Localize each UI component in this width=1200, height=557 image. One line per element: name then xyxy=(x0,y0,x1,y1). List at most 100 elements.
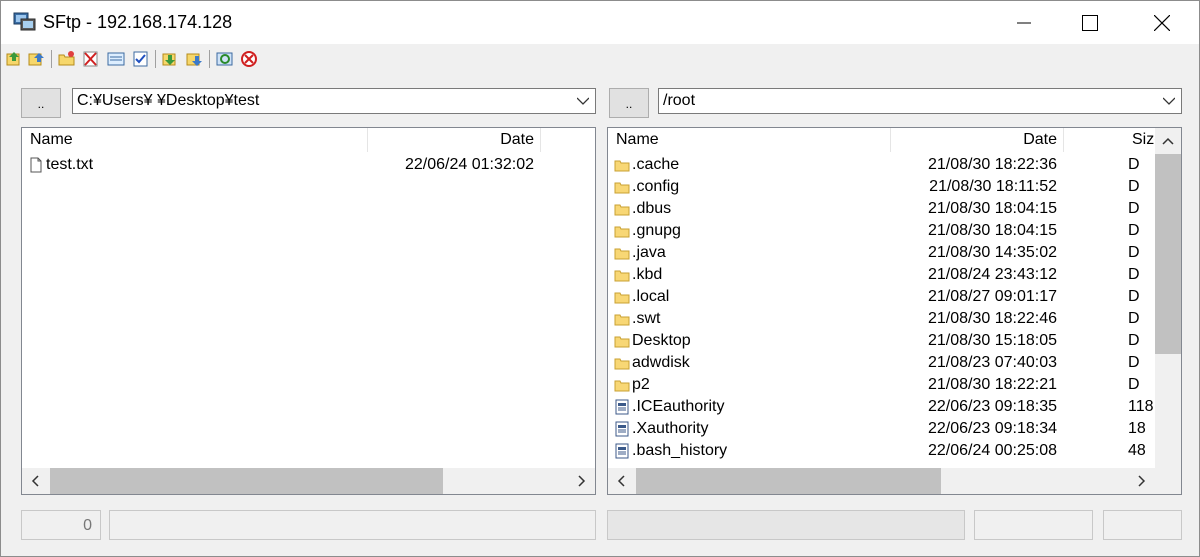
list-item[interactable]: .swt 21/08/30 18:22:46 D xyxy=(608,308,1155,330)
file-size: D xyxy=(1128,310,1140,327)
list-item[interactable]: .java 21/08/30 14:35:02 D xyxy=(608,242,1155,264)
scroll-thumb[interactable] xyxy=(1155,154,1181,354)
folder-icon xyxy=(614,201,630,217)
scroll-right-icon[interactable] xyxy=(569,468,595,494)
file-date: 21/08/30 18:04:15 xyxy=(927,200,1057,217)
chevron-down-icon[interactable] xyxy=(577,97,589,105)
upload-icon[interactable] xyxy=(5,50,23,68)
left-parent-dir-button[interactable]: .. xyxy=(21,88,61,118)
scroll-left-icon[interactable] xyxy=(608,468,634,494)
list-item[interactable]: test.txt 22/06/24 01:32:02 xyxy=(22,154,595,176)
horizontal-scrollbar[interactable] xyxy=(22,468,595,494)
file-size: D xyxy=(1128,244,1140,261)
list-item[interactable]: .cache 21/08/30 18:22:36 D xyxy=(608,154,1155,176)
file-size: D xyxy=(1128,156,1140,173)
file-date: 21/08/30 18:22:36 xyxy=(927,156,1057,173)
left-path-text: C:¥Users¥ ¥Desktop¥test xyxy=(77,92,260,109)
doc-icon xyxy=(614,399,630,415)
folder-icon xyxy=(614,289,630,305)
chevron-down-icon[interactable] xyxy=(1163,97,1175,105)
file-date: 21/08/30 18:22:21 xyxy=(927,376,1057,393)
file-date: 21/08/23 07:40:03 xyxy=(927,354,1057,371)
file-name: .Xauthority xyxy=(632,420,709,437)
file-date: 21/08/30 18:11:52 xyxy=(929,178,1057,195)
file-date: 22/06/24 01:32:02 xyxy=(404,156,534,173)
folder-icon xyxy=(614,377,630,393)
scroll-up-icon[interactable] xyxy=(1155,128,1181,154)
file-date: 21/08/30 15:18:05 xyxy=(927,332,1057,349)
file-date: 21/08/30 14:35:02 xyxy=(927,244,1057,261)
list-item[interactable]: .Xauthority 22/06/23 09:18:34 18 xyxy=(608,418,1155,440)
file-name: .ICEauthority xyxy=(632,398,725,415)
file-size: D xyxy=(1128,332,1140,349)
refresh-icon[interactable] xyxy=(216,50,234,68)
list-item[interactable]: .local 21/08/27 09:01:17 D xyxy=(608,286,1155,308)
doc-icon xyxy=(614,443,630,459)
file-icon xyxy=(28,157,44,173)
list-item[interactable]: adwdisk 21/08/23 07:40:03 D xyxy=(608,352,1155,374)
file-date: 22/06/23 09:18:35 xyxy=(927,398,1057,415)
file-date: 21/08/30 18:22:46 xyxy=(927,310,1057,327)
minimize-button[interactable] xyxy=(991,1,1057,44)
check-icon[interactable] xyxy=(132,50,150,68)
right-parent-dir-button[interactable]: .. xyxy=(609,88,649,118)
list-item[interactable]: .dbus 21/08/30 18:04:15 D xyxy=(608,198,1155,220)
status-cell xyxy=(974,510,1093,540)
list-item[interactable]: .gnupg 21/08/30 18:04:15 D xyxy=(608,220,1155,242)
view-icon[interactable] xyxy=(107,50,125,68)
list-item[interactable]: .bash_history 22/06/24 00:25:08 48 xyxy=(608,440,1155,462)
list-item[interactable]: .ICEauthority 22/06/23 09:18:35 118 xyxy=(608,396,1155,418)
app-icon xyxy=(13,12,36,31)
list-header: Name Date xyxy=(22,128,595,152)
column-date-header[interactable]: Date xyxy=(368,128,540,152)
right-path-combo[interactable]: /root xyxy=(658,88,1182,114)
file-name: .cache xyxy=(632,156,680,173)
maximize-button[interactable] xyxy=(1057,1,1123,44)
file-size: D xyxy=(1128,266,1140,283)
status-count: 0 xyxy=(21,510,101,540)
toolbar-separator xyxy=(51,50,52,68)
disconnect-icon[interactable] xyxy=(240,50,258,68)
file-size: D xyxy=(1128,376,1140,393)
column-divider xyxy=(540,128,541,152)
delete-icon[interactable] xyxy=(82,50,100,68)
file-date: 21/08/27 09:01:17 xyxy=(927,288,1057,305)
file-name: .gnupg xyxy=(632,222,681,239)
folder-icon xyxy=(614,333,630,349)
download-icon[interactable] xyxy=(161,50,179,68)
scroll-thumb[interactable] xyxy=(636,468,941,494)
horizontal-scrollbar[interactable] xyxy=(608,468,1181,494)
folder-icon xyxy=(614,179,630,195)
list-item[interactable]: .kbd 21/08/24 23:43:12 D xyxy=(608,264,1155,286)
doc-icon xyxy=(614,421,630,437)
folder-icon xyxy=(614,223,630,239)
folder-icon xyxy=(614,245,630,261)
file-name: .local xyxy=(632,288,670,305)
list-item[interactable]: p2 21/08/30 18:22:21 D xyxy=(608,374,1155,396)
file-size: 118 xyxy=(1128,398,1154,415)
new-folder-icon[interactable] xyxy=(58,50,76,68)
vertical-scrollbar[interactable] xyxy=(1155,128,1181,468)
scroll-thumb[interactable] xyxy=(50,468,443,494)
scroll-right-icon[interactable] xyxy=(1129,468,1155,494)
status-count-value: 0 xyxy=(83,517,92,534)
left-path-combo[interactable]: C:¥Users¥ ¥Desktop¥test xyxy=(72,88,596,114)
file-name: .java xyxy=(632,244,666,261)
upload-all-icon[interactable] xyxy=(27,50,45,68)
remote-file-list[interactable]: Name Date Size .cache21/08/30 18:22:36D.… xyxy=(607,127,1182,495)
close-button[interactable] xyxy=(1129,1,1195,44)
file-name: adwdisk xyxy=(632,354,690,371)
file-date: 22/06/23 09:18:34 xyxy=(927,420,1057,437)
download-all-icon[interactable] xyxy=(185,50,203,68)
file-size: D xyxy=(1128,354,1140,371)
folder-icon xyxy=(614,311,630,327)
file-name: Desktop xyxy=(632,332,691,349)
folder-icon xyxy=(614,267,630,283)
list-item[interactable]: Desktop 21/08/30 15:18:05 D xyxy=(608,330,1155,352)
list-item[interactable]: .config 21/08/30 18:11:52 D xyxy=(608,176,1155,198)
column-name-header[interactable]: Name xyxy=(24,128,367,152)
status-progress xyxy=(607,510,965,540)
scroll-left-icon[interactable] xyxy=(22,468,48,494)
local-file-list[interactable]: Name Date test.txt 22/06/24 01:32:02 xyxy=(21,127,596,495)
folder-icon xyxy=(614,355,630,371)
